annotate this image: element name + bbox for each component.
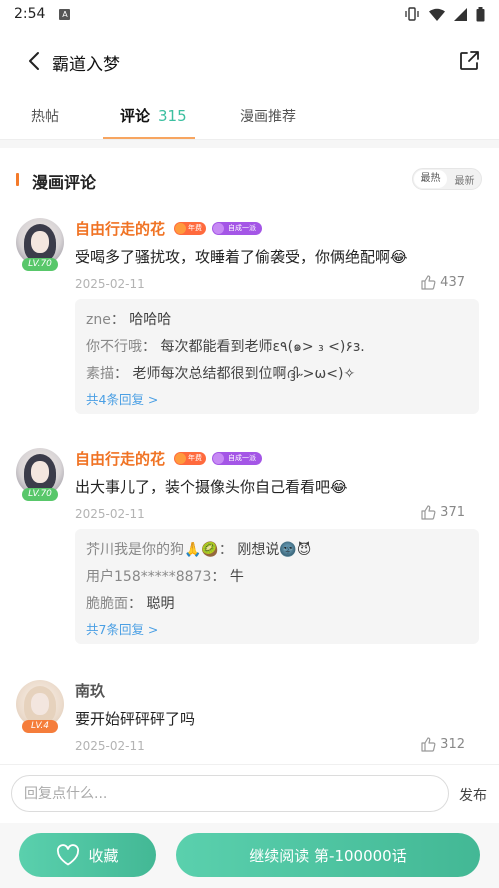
sort-toggle: 最热 最新 [412,168,482,190]
reply-text: 聪明 [146,596,175,612]
app-header: 霸道入梦 [0,38,499,84]
reply-author: zne [86,312,111,328]
thumbs-up-icon [421,275,436,290]
comment-date: 2025-02-11 [75,277,145,291]
active-tab-indicator [103,137,195,139]
comment-date: 2025-02-11 [75,507,145,521]
favorite-label: 收藏 [88,846,119,865]
more-replies-link[interactable]: 共4条回复 > [86,388,469,414]
more-replies-link[interactable]: 共7条回复 > [86,618,469,644]
reply-text: 老师每次总结都很到位啊ദ്ദി˶>ω<)✧ [132,366,356,382]
continue-reading-label: 继续阅读 第-100000话 [249,846,407,865]
section-title: 漫画评论 [32,173,97,192]
publish-button[interactable]: 发布 [459,785,487,805]
comment-text: 受喝多了骚扰攻，攻睡着了偷袭受，你俩绝配啊😂 [75,248,408,266]
like-button[interactable]: 371 [421,505,465,520]
commenter-name[interactable]: 自由行走的花 [75,448,165,469]
share-icon[interactable] [457,49,481,73]
comment-text: 出大事儿了，装个摄像头你自己看看吧😂 [75,478,348,496]
thumbs-up-icon [421,737,436,752]
level-badge: LV.70 [22,258,58,271]
level-badge: LV.4 [22,720,58,733]
reply-author: 素描 [86,366,114,382]
like-count: 312 [440,737,465,752]
wifi-icon [429,8,445,21]
reply-author: 用户158*****8873 [86,569,212,585]
sort-new-button[interactable]: 最新 [448,172,481,187]
page: 2:54 A 霸道入梦 热帖 评论 315 漫画推荐 漫画评论 最热 最新 LV.… [0,0,499,888]
divider [0,140,499,148]
reply-item[interactable]: 你不行哦： 每次都能看到老师ε٩(๑> ₃ <)۶з. [86,334,469,361]
battery-icon [476,6,485,21]
comment-count: 315 [158,107,187,125]
signal-icon [454,7,467,21]
status-icons [404,6,485,22]
comment-item: LV.70 自由行走的花 年费 自成一派 出大事儿了，装个摄像头你自己看看吧😂 … [0,448,499,678]
comment-text: 要开始砰砰砰了吗 [75,710,196,728]
section-accent-bar [16,173,19,186]
notification-icon: A [59,8,71,20]
page-title: 霸道入梦 [52,55,120,75]
commenter-name[interactable]: 自由行走的花 [75,218,165,239]
status-time: 2:54 [14,6,46,22]
comment-item: LV.70 自由行走的花 年费 自成一派 受喝多了骚扰攻，攻睡着了偷袭受，你俩绝… [0,218,499,458]
reply-author: 芥川我是你的狗🙏🥝 [86,542,219,558]
section-header: 漫画评论 最热 最新 [0,160,499,198]
sort-hot-button[interactable]: 最热 [414,170,447,188]
back-arrow-icon[interactable] [24,50,46,72]
thumbs-up-icon [421,505,436,520]
commenter-name[interactable]: 南玖 [75,680,105,701]
reply-text: 哈哈哈 [129,312,172,328]
reply-text: 刚想说🌚😈 [237,542,312,558]
reply-item[interactable]: 用户158*****8873： 牛 [86,564,469,591]
bottom-bar: 发布 收藏 继续阅读 第-100000话 [0,764,499,888]
title-badge: 自成一派 [212,452,262,465]
reply-item[interactable]: 脆脆面： 聪明 [86,591,469,618]
heart-icon [57,844,80,866]
comment-date: 2025-02-11 [75,739,145,753]
favorite-button[interactable]: 收藏 [19,833,156,877]
reply-item[interactable]: 素描： 老师每次总结都很到位啊ദ്ദി˶>ω<)✧ [86,361,469,388]
reply-input[interactable] [11,775,449,812]
action-row: 收藏 继续阅读 第-100000话 [0,823,499,888]
tab-recommend[interactable]: 漫画推荐 [240,106,296,126]
tab-comments[interactable]: 评论 315 [120,105,187,126]
tab-bar: 热帖 评论 315 漫画推荐 [0,92,499,140]
like-count: 437 [440,275,465,290]
tab-label: 热帖 [31,109,59,125]
tab-label: 漫画推荐 [240,109,296,125]
level-badge: LV.70 [22,488,58,501]
reply-text: 每次都能看到老师ε٩(๑> ₃ <)۶з. [160,339,365,355]
reply-text: 牛 [229,569,244,585]
annual-vip-badge: 年费 [174,222,206,235]
like-count: 371 [440,505,465,520]
reply-item[interactable]: zne： 哈哈哈 [86,307,469,334]
vibrate-icon [405,7,419,21]
reply-box: zne： 哈哈哈 你不行哦： 每次都能看到老师ε٩(๑> ₃ <)۶з. 素描：… [75,299,479,414]
annual-vip-badge: 年费 [174,452,206,465]
tab-hot-posts[interactable]: 热帖 [31,106,59,126]
like-button[interactable]: 437 [421,275,465,290]
like-button[interactable]: 312 [421,737,465,752]
continue-reading-button[interactable]: 继续阅读 第-100000话 [176,833,480,877]
comment-item: LV.4 南玖 要开始砰砰砰了吗 2025-02-11 312 [0,680,499,764]
reply-item[interactable]: 芥川我是你的狗🙏🥝： 刚想说🌚😈 [86,537,469,564]
reply-author: 你不行哦 [86,339,142,355]
reply-box: 芥川我是你的狗🙏🥝： 刚想说🌚😈 用户158*****8873： 牛 脆脆面： … [75,529,479,644]
reply-author: 脆脆面 [86,596,128,612]
status-bar: 2:54 A [0,0,499,28]
tab-label: 评论 [120,107,151,125]
title-badge: 自成一派 [212,222,262,235]
